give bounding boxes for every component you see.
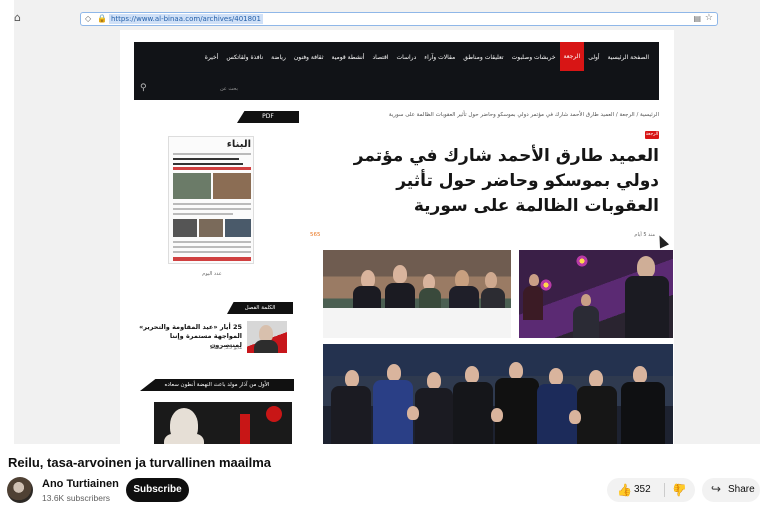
nav-item[interactable]: نافذة ولقاتكس <box>222 50 267 66</box>
photo-speaker <box>519 250 673 338</box>
search-input[interactable]: بحث عن <box>220 86 238 92</box>
shield-icon: ◇ <box>85 14 92 23</box>
nav-item[interactable]: مقالات وآراء <box>420 50 459 66</box>
nav-item[interactable]: ثقافة وفنون <box>290 50 328 66</box>
nav-item[interactable]: تعليقات ومناطق <box>459 50 507 66</box>
awwal-section-title: الأول من آذار مولد باعث النهضة أنطون سعا… <box>140 379 294 391</box>
nav-item[interactable]: اقتصاد <box>368 50 392 66</box>
pdf-archive-title[interactable]: PDF <box>237 111 299 123</box>
lock-icon: 🔒 <box>97 14 107 23</box>
search-icon[interactable]: ⚲ <box>140 83 147 93</box>
subscribe-button[interactable]: Subscribe <box>126 478 189 502</box>
article-headline: العميد طارق الأحمد شارك في مؤتمر دولي بم… <box>353 146 659 216</box>
like-divider <box>664 483 665 497</box>
article-date: منذ 5 أيام <box>634 232 655 238</box>
views-count: 565 <box>310 232 321 238</box>
like-count[interactable]: 352 <box>634 484 651 495</box>
kalima-date: مايو 25, 2022 <box>209 345 242 351</box>
site-nav: الصفحة الرئيسية أولى الرجعة خربشات وصلبوت تع… <box>134 42 659 100</box>
home-icon[interactable]: ⌂ <box>14 12 26 24</box>
mouse-cursor <box>654 233 670 249</box>
nav-item[interactable]: دراسات <box>393 50 421 66</box>
url-text[interactable]: https://www.al-binaa.com/archives/401801 <box>109 14 263 24</box>
pdf-title-text: PDF <box>262 113 274 120</box>
nav-item[interactable]: أولى <box>584 50 603 66</box>
photo-group <box>323 344 673 444</box>
nav-item[interactable]: أخيرة <box>201 50 223 66</box>
nav-item[interactable]: خربشات وصلبوت <box>508 50 560 66</box>
nav-item[interactable]: رياضة <box>267 50 290 66</box>
share-label: Share <box>728 484 755 495</box>
breadcrumb[interactable]: الرئيسية / الرجعة / العميد طارق الأحمد ش… <box>389 112 659 118</box>
url-bar[interactable]: ◇ 🔒 https://www.al-binaa.com/archives/40… <box>80 12 718 26</box>
nav-item[interactable]: أنشطة قومية <box>327 50 368 66</box>
like-dislike-group: 👍 352 👍 <box>607 478 695 502</box>
subscriber-count: 13.6K subscribers <box>42 493 111 503</box>
newspaper-thumbnail[interactable]: البناء <box>168 136 254 264</box>
channel-avatar[interactable] <box>7 477 33 503</box>
video-title[interactable]: Reilu, tasa-arvoinen ja turvallinen maai… <box>8 455 271 470</box>
browser-toolbar: ⌂ ◇ 🔒 https://www.al-binaa.com/archives/… <box>14 8 760 30</box>
channel-name[interactable]: Ano Turtiainen <box>42 478 119 490</box>
star-icon[interactable]: ☆ <box>705 13 713 23</box>
video-player[interactable]: ⌂ ◇ 🔒 https://www.al-binaa.com/archives/… <box>14 0 760 444</box>
web-page: الصفحة الرئيسية أولى الرجعة خربشات وصلبوت تع… <box>120 30 674 444</box>
kalima-thumbnail[interactable] <box>247 321 287 353</box>
photo-press-conference <box>323 250 511 338</box>
thumbs-up-icon[interactable]: 👍 <box>617 483 632 497</box>
search-row[interactable]: ⚲ بحث عن <box>134 82 659 100</box>
nav-item[interactable]: الرجعة <box>559 42 585 71</box>
reader-icon[interactable]: ▤ <box>693 14 701 23</box>
kalima-section-title: الكلمة الفصل <box>227 302 293 314</box>
share-icon: ↪ <box>711 482 722 496</box>
category-badge[interactable]: الرجعة <box>645 131 659 139</box>
nav-items: الصفحة الرئيسية أولى الرجعة خربشات وصلبوت تع… <box>201 42 653 71</box>
today-issue-label[interactable]: عدد اليوم <box>182 271 242 277</box>
thumbs-down-icon[interactable]: 👍 <box>672 483 687 497</box>
share-button[interactable]: ↪ Share <box>702 478 760 502</box>
article-meta: 565 منذ 5 أيام <box>310 232 659 242</box>
saadeh-poster[interactable] <box>154 402 292 444</box>
paper-masthead: البناء <box>226 139 251 150</box>
nav-item[interactable]: الصفحة الرئيسية <box>604 50 653 66</box>
